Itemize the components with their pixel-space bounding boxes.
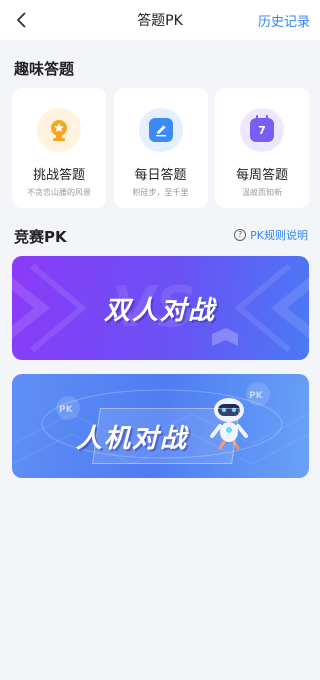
- history-link[interactable]: 历史记录: [258, 11, 310, 30]
- card-title: 挑战答题: [32, 168, 85, 183]
- pk-bubble-left: PK: [59, 405, 74, 415]
- card-title: 每日答题: [134, 168, 187, 183]
- trophy-icon: [37, 108, 81, 152]
- pk-rules-label: PK规则说明: [250, 229, 308, 242]
- fun-quiz-title: 趣味答题: [14, 60, 75, 78]
- help-icon: ?: [234, 229, 247, 241]
- back-button[interactable]: [10, 8, 34, 32]
- challenge-quiz-card[interactable]: 挑战答题 不贪恋山腰的风景: [12, 88, 106, 208]
- card-subtitle: 温故而知新: [242, 188, 282, 197]
- daily-quiz-card[interactable]: 每日答题 积硅步，至千里: [113, 88, 208, 208]
- pk-rules-link[interactable]: ? PK规则说明: [234, 227, 308, 243]
- edit-icon: [138, 108, 183, 152]
- chevron-left-icon: [16, 12, 26, 28]
- card-title: 每周答题: [235, 168, 288, 183]
- top-bar: 答题PK 历史记录: [0, 0, 320, 40]
- card-subtitle: 积硅步，至千里: [132, 188, 189, 197]
- fun-quiz-cards: 挑战答题 不贪恋山腰的风景 每日答题 积硅步，至千里 7 每周答题 温故而知新: [12, 88, 309, 208]
- card-subtitle: 不贪恋山腰的风景: [27, 188, 91, 197]
- ai-battle-label: 人机对战: [76, 424, 189, 454]
- pk-bubble-right: PK: [249, 391, 264, 401]
- pk-section-title: 竞赛PK: [14, 228, 67, 246]
- duel-banner[interactable]: VS 双人对战: [12, 256, 309, 360]
- ai-battle-banner[interactable]: PK PK 人机对战: [12, 374, 309, 478]
- duel-label: 双人对战: [104, 296, 217, 326]
- calendar-icon: 7: [240, 108, 284, 152]
- calendar-day-number: 7: [258, 123, 266, 137]
- page-title: 答题PK: [137, 13, 183, 29]
- weekly-quiz-card[interactable]: 7 每周答题 温故而知新: [215, 88, 309, 208]
